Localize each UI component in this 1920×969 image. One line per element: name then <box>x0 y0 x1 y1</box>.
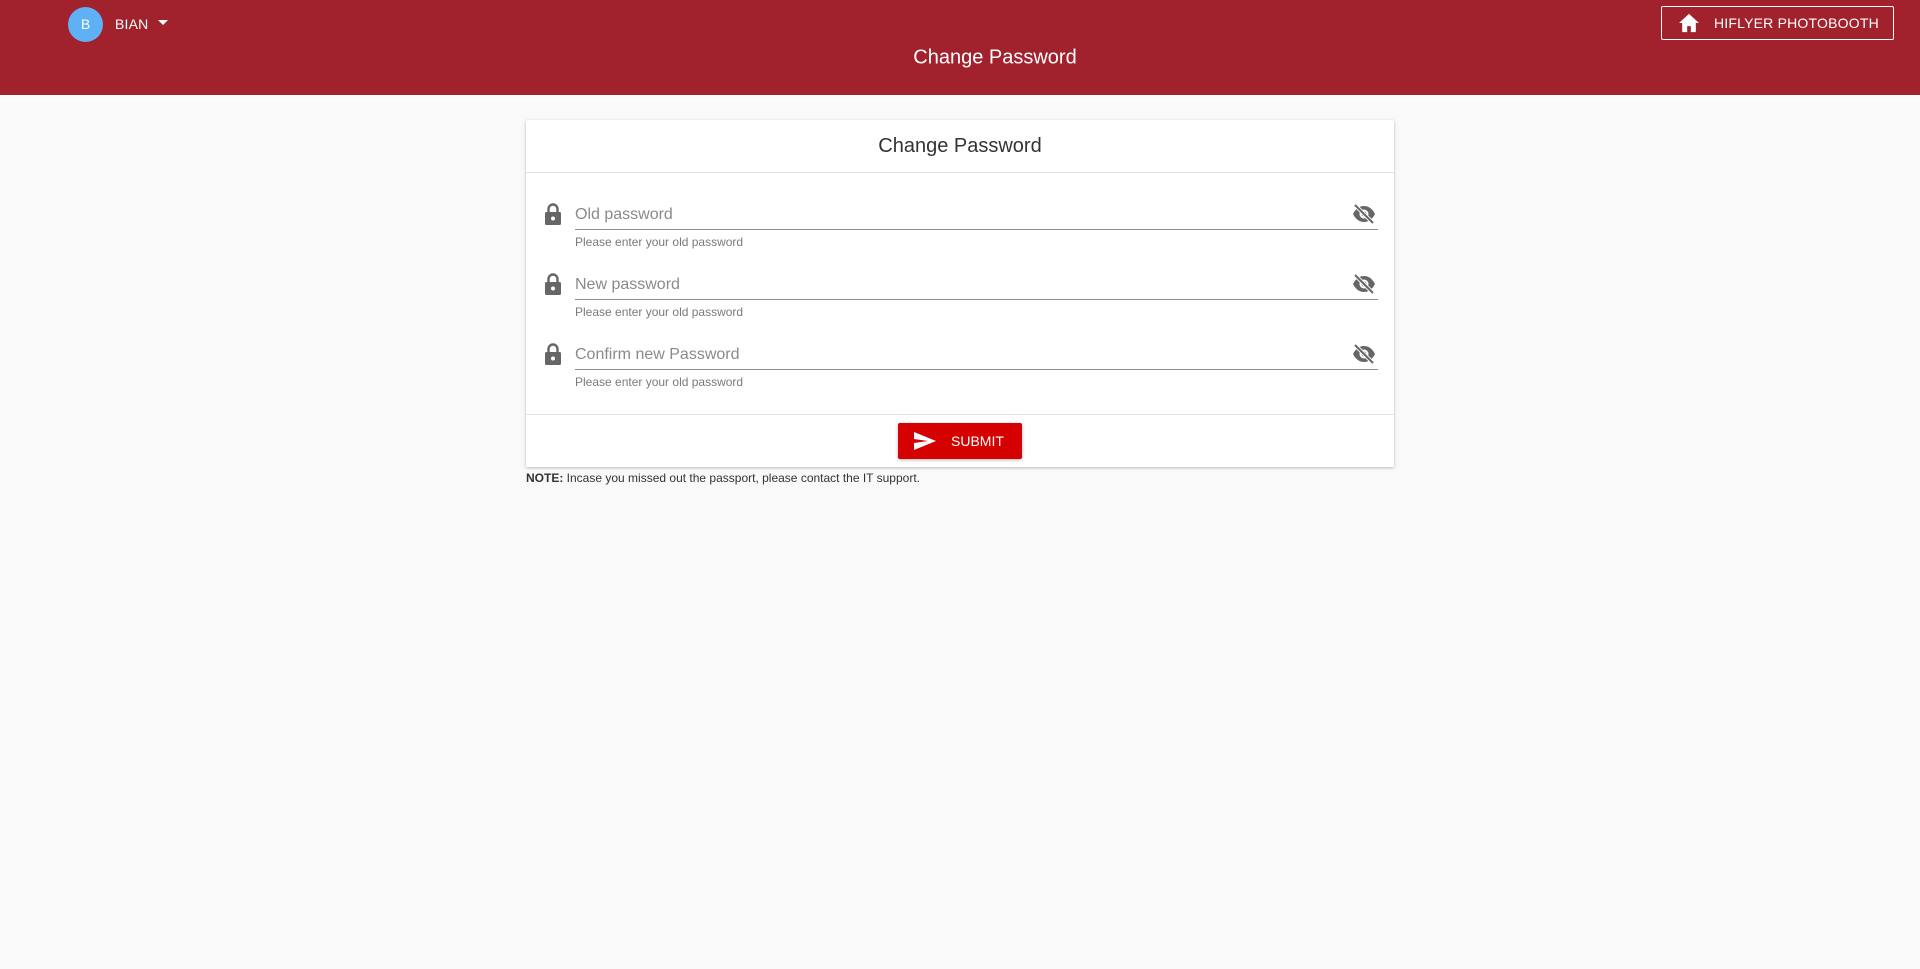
confirm-password-input[interactable] <box>575 342 1335 368</box>
user-avatar[interactable]: B <box>68 6 103 42</box>
change-password-card: Change Password Please enter your old pa… <box>526 120 1394 467</box>
old-password-field: Please enter your old password <box>526 202 1394 262</box>
home-icon <box>1679 13 1699 33</box>
old-password-input[interactable] <box>575 202 1335 228</box>
visibility-off-icon[interactable] <box>1352 273 1376 295</box>
old-password-hint: Please enter your old password <box>575 235 744 249</box>
old-password-underline <box>575 202 1378 230</box>
new-password-hint: Please enter your old password <box>575 305 744 319</box>
top-app-bar: B BIAN Change Password HIFLYER PHOTOBOOT… <box>0 0 1920 95</box>
user-name[interactable]: BIAN <box>115 16 148 32</box>
page-title: Change Password <box>0 47 1920 70</box>
lock-icon <box>545 273 561 295</box>
note-label: NOTE: <box>526 471 564 485</box>
card-footer: SUBMIT <box>526 414 1394 468</box>
dropdown-caret-icon[interactable] <box>158 19 169 25</box>
home-button[interactable]: HIFLYER PHOTOBOOTH <box>1661 6 1894 40</box>
page-title-text: Change Password <box>913 46 1077 69</box>
user-menu[interactable]: B BIAN <box>68 6 169 42</box>
lock-icon <box>545 203 561 225</box>
visibility-off-icon[interactable] <box>1352 343 1376 365</box>
new-password-underline <box>575 272 1378 300</box>
note-text: Incase you missed out the passport, plea… <box>563 471 920 485</box>
new-password-field: Please enter your old password <box>526 272 1394 332</box>
confirm-password-underline <box>575 342 1378 370</box>
submit-button-label: SUBMIT <box>951 433 1004 449</box>
new-password-input[interactable] <box>575 272 1335 298</box>
submit-button[interactable]: SUBMIT <box>898 423 1022 459</box>
send-icon <box>914 432 936 450</box>
confirm-password-field: Please enter your old password <box>526 342 1394 402</box>
visibility-off-icon[interactable] <box>1352 203 1376 225</box>
lock-icon <box>545 343 561 365</box>
confirm-password-hint: Please enter your old password <box>575 375 744 389</box>
support-note: NOTE: Incase you missed out the passport… <box>526 471 920 485</box>
home-button-label: HIFLYER PHOTOBOOTH <box>1714 15 1879 31</box>
card-title: Change Password <box>526 120 1394 173</box>
